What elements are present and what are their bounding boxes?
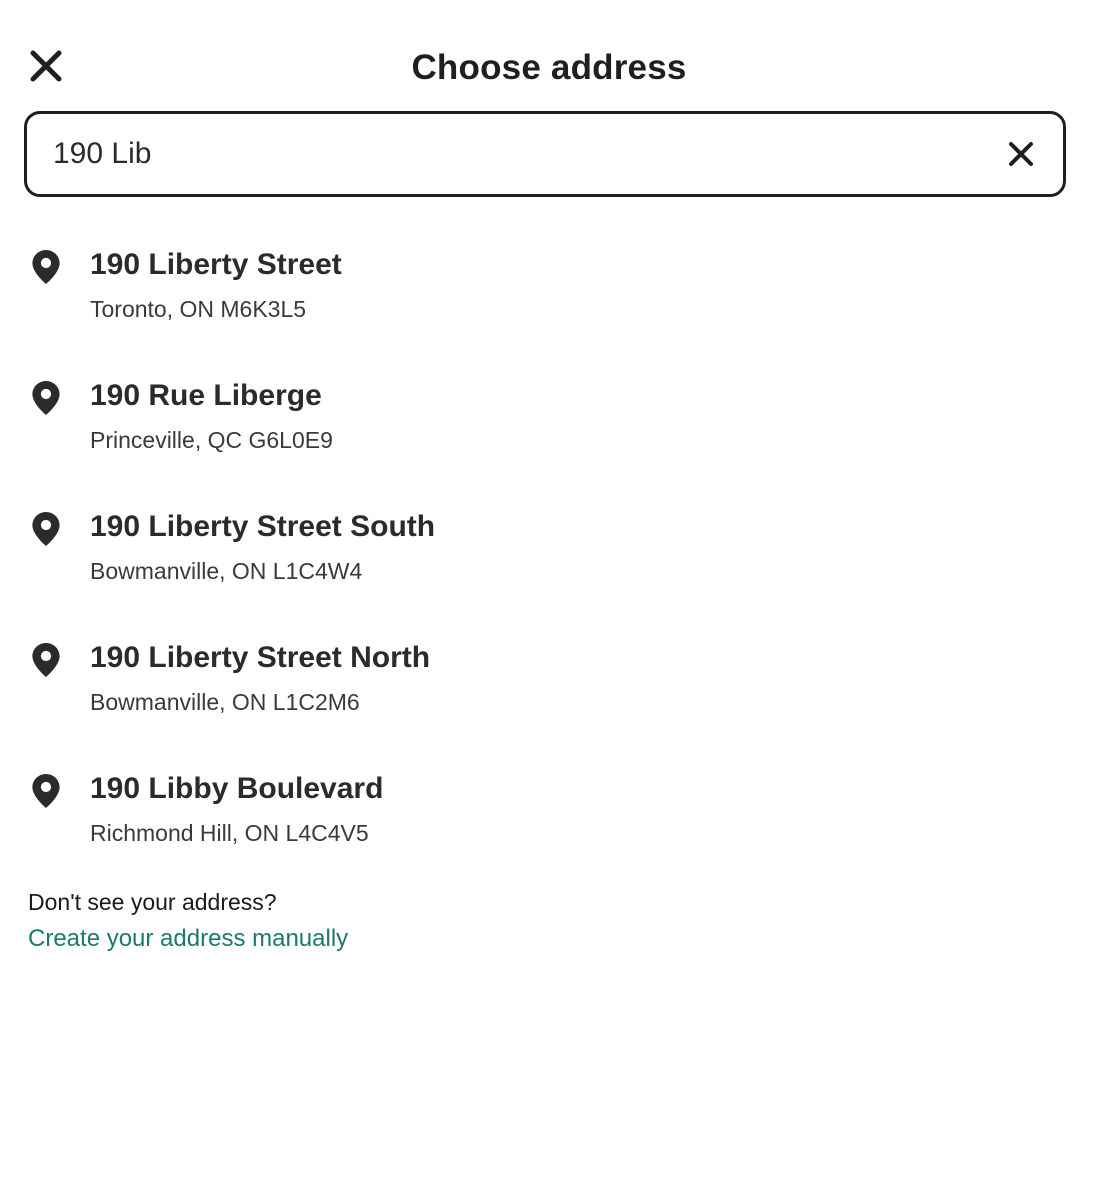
location-pin-icon xyxy=(32,774,60,808)
address-line2: Princeville, QC G6L0E9 xyxy=(90,427,333,453)
address-result-item[interactable]: 190 Rue Liberge Princeville, QC G6L0E9 xyxy=(0,367,1098,498)
address-line1: 190 Liberty Street North xyxy=(90,641,431,674)
location-pin-icon xyxy=(32,381,60,415)
address-line1: 190 Liberty Street xyxy=(90,248,342,281)
choose-address-dialog: Choose address 190 Liberty Street Toront… xyxy=(0,0,1098,1200)
address-search-input[interactable] xyxy=(53,124,999,184)
address-line2: Richmond Hill, ON L4C4V5 xyxy=(90,820,369,846)
address-result-item[interactable]: 190 Liberty Street South Bowmanville, ON… xyxy=(0,498,1098,629)
address-results-list: 190 Liberty Street Toronto, ON M6K3L5 19… xyxy=(0,236,1098,891)
create-address-manually-link[interactable]: Create your address manually xyxy=(28,925,348,953)
clear-icon xyxy=(1009,142,1033,166)
address-result-item[interactable]: 190 Libby Boulevard Richmond Hill, ON L4… xyxy=(0,760,1098,891)
address-result-item[interactable]: 190 Liberty Street North Bowmanville, ON… xyxy=(0,629,1098,760)
address-search-box xyxy=(24,111,1066,197)
address-line2: Bowmanville, ON L1C2M6 xyxy=(90,689,360,715)
address-line2: Bowmanville, ON L1C4W4 xyxy=(90,558,363,584)
location-pin-icon xyxy=(32,250,60,284)
address-result-item[interactable]: 190 Liberty Street Toronto, ON M6K3L5 xyxy=(0,236,1098,367)
address-line1: 190 Libby Boulevard xyxy=(90,772,384,805)
dialog-title: Choose address xyxy=(411,48,687,87)
location-pin-icon xyxy=(32,643,60,677)
address-line1: 190 Liberty Street South xyxy=(90,510,436,543)
location-pin-icon xyxy=(32,512,60,546)
missing-address-prompt: Don't see your address? xyxy=(28,889,277,915)
clear-search-button[interactable] xyxy=(999,132,1043,176)
address-line2: Toronto, ON M6K3L5 xyxy=(90,296,307,322)
address-line1: 190 Rue Liberge xyxy=(90,379,322,412)
